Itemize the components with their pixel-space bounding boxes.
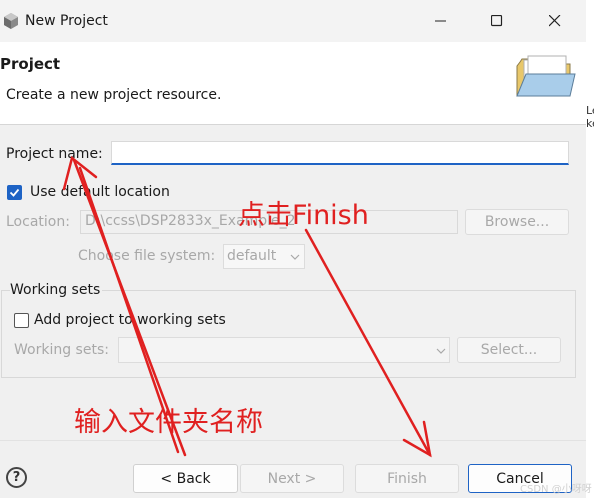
- help-icon[interactable]: ?: [6, 467, 27, 488]
- browse-button[interactable]: Browse...: [465, 209, 569, 235]
- close-icon: [549, 15, 561, 27]
- background-window-edge: [586, 0, 594, 498]
- use-default-location-checkbox[interactable]: [7, 185, 22, 200]
- checkmark-icon: [9, 188, 20, 197]
- minimize-icon: [435, 20, 446, 22]
- file-system-value: default: [227, 248, 277, 264]
- add-to-working-sets-label[interactable]: Add project to working sets: [34, 312, 226, 328]
- banner-description: Create a new project resource.: [6, 87, 222, 103]
- minimize-button[interactable]: [418, 0, 464, 42]
- folder-icon: [516, 55, 576, 97]
- chevron-down-icon: [290, 254, 300, 260]
- banner-title: Project: [0, 55, 61, 73]
- watermark: CSDN @小呀呀: [520, 484, 592, 495]
- back-button[interactable]: < Back: [133, 464, 238, 493]
- working-sets-group-label: Working sets: [10, 282, 103, 298]
- maximize-button[interactable]: [474, 0, 520, 42]
- location-label: Location:: [6, 214, 70, 230]
- annotation-enter-name: 输入文件夹名称: [74, 407, 263, 438]
- gear-cube-icon: [4, 13, 18, 29]
- finish-button[interactable]: Finish: [355, 464, 459, 493]
- use-default-location-label[interactable]: Use default location: [30, 184, 170, 200]
- wizard-banner: [0, 42, 586, 125]
- chevron-down-icon: [436, 348, 446, 354]
- next-button[interactable]: Next >: [240, 464, 344, 493]
- file-system-label: Choose file system:: [78, 248, 216, 264]
- select-working-sets-button[interactable]: Select...: [457, 337, 561, 363]
- file-system-select[interactable]: default: [223, 244, 305, 269]
- background-window-text: Le ke: [586, 104, 594, 130]
- footer-divider: [0, 440, 586, 441]
- working-sets-label: Working sets:: [14, 342, 109, 358]
- arrow-to-finish-head: [402, 420, 432, 458]
- add-to-working-sets-checkbox[interactable]: [14, 313, 29, 328]
- window-title: New Project: [25, 13, 108, 29]
- close-button[interactable]: [532, 0, 578, 42]
- project-name-input[interactable]: [111, 141, 569, 165]
- working-sets-select[interactable]: [118, 337, 450, 363]
- working-sets-group: [1, 290, 576, 378]
- annotation-click-finish: 点击Finish: [238, 200, 369, 231]
- project-name-label: Project name:: [6, 146, 103, 162]
- maximize-icon: [491, 15, 503, 27]
